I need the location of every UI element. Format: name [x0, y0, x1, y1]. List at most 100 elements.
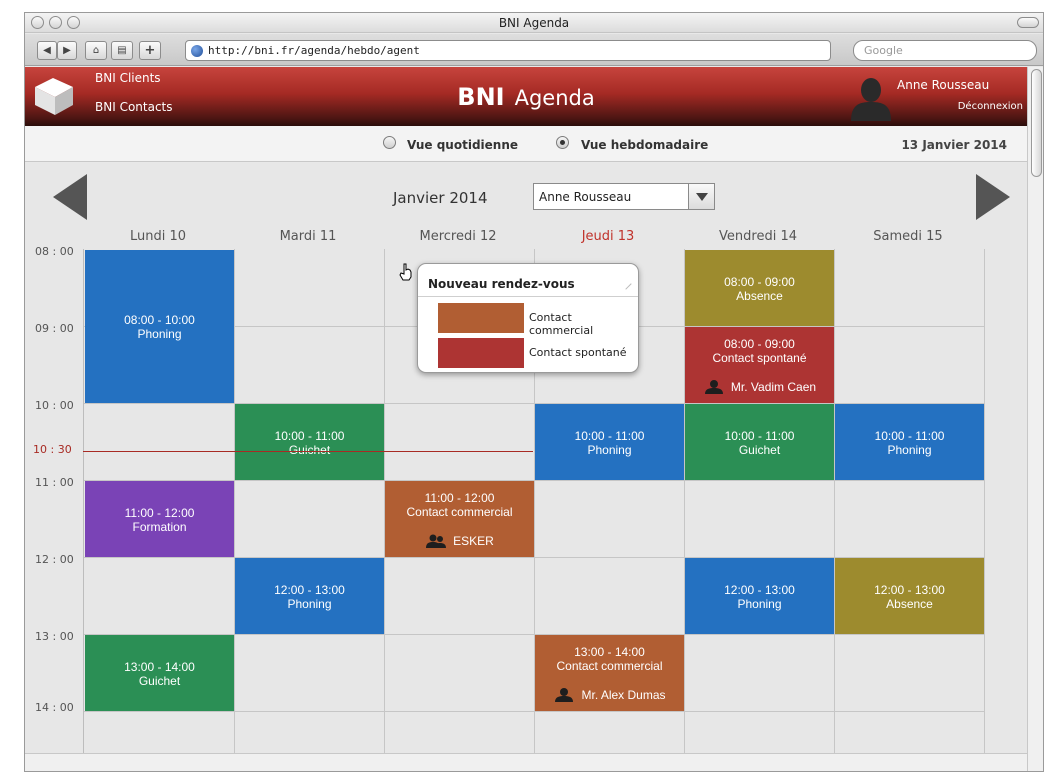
daily-view-label[interactable]: Vue quotidienne [407, 138, 518, 152]
time-label: 14 : 00 [35, 701, 74, 714]
event-absence[interactable]: 08:00 - 09:00 Absence [685, 250, 834, 326]
time-label: 08 : 00 [35, 245, 74, 258]
event-time: 08:00 - 09:00 [724, 274, 795, 289]
day-header[interactable]: Lundi 10 [83, 229, 233, 244]
user-silhouette-icon [851, 78, 891, 121]
address-bar[interactable]: http://bni.fr/agenda/hebdo/agent [185, 40, 831, 61]
event-time: 10:00 - 11:00 [874, 428, 945, 443]
contact-commercial-swatch[interactable] [438, 303, 524, 333]
event-time: 10:00 - 11:00 [724, 428, 795, 443]
back-button[interactable]: ◀ [37, 41, 57, 60]
vertical-scroll-thumb[interactable] [1031, 69, 1042, 177]
vertical-scrollbar[interactable] [1027, 67, 1043, 771]
event-title: Contact spontané [712, 351, 807, 365]
event-title: Phoning [737, 596, 782, 611]
search-field[interactable]: Google [853, 40, 1037, 61]
user-name: Anne Rousseau [897, 78, 990, 92]
group-icon [426, 534, 447, 548]
app-header: BNI Clients BNI Contacts BNI Agenda Anne … [25, 67, 1027, 126]
print-button[interactable]: ▤ [111, 41, 133, 60]
time-label: 11 : 00 [35, 476, 74, 489]
event-title: Formation [132, 519, 187, 534]
grid-row-divider [84, 711, 984, 712]
contact-spontane-option[interactable]: Contact spontané [529, 346, 627, 359]
event-title: Guichet [288, 442, 331, 457]
event-phoning[interactable]: 12:00 - 13:00 Phoning [235, 558, 384, 634]
time-label: 09 : 00 [35, 322, 74, 335]
event-phoning[interactable]: 12:00 - 13:00 Phoning [685, 558, 834, 634]
event-time: 12:00 - 13:00 [274, 582, 345, 597]
event-attendee: ESKER [385, 534, 534, 548]
time-label: 12 : 00 [35, 553, 74, 566]
day-header[interactable]: Mercredi 12 [383, 229, 533, 244]
event-contact-commercial[interactable]: 11:00 - 12:00 Contact commercial ESKER [385, 481, 534, 557]
event-title: Guichet [738, 442, 781, 457]
attendee-name: ESKER [453, 534, 494, 548]
day-header[interactable]: Jeudi 13 [533, 229, 683, 244]
attendee-name: Mr. Vadim Caen [730, 380, 817, 394]
prev-arrow-icon[interactable] [53, 174, 87, 220]
event-time: 10:00 - 11:00 [574, 428, 645, 443]
event-title: Absence [886, 596, 933, 611]
event-contact-spontan-[interactable]: 08:00 - 09:00 Contact spontané Mr. Vadim C… [685, 327, 834, 403]
next-arrow-icon[interactable] [976, 174, 1010, 220]
person-icon [704, 380, 723, 394]
current-date: 13 Janvier 2014 [901, 138, 1007, 152]
event-guichet[interactable]: 10:00 - 11:00 Guichet [235, 404, 384, 480]
event-absence[interactable]: 12:00 - 13:00 Absence [835, 558, 984, 634]
home-button[interactable]: ⌂ [85, 41, 107, 60]
event-time: 08:00 - 09:00 [724, 337, 795, 351]
logout-link[interactable]: Déconnexion [958, 101, 1023, 112]
event-guichet[interactable]: 10:00 - 11:00 Guichet [685, 404, 834, 480]
calendar-panel: Janvier 2014 Anne Rousseau Lundi 10 Mardi… [25, 163, 1027, 753]
brand-bold: BNI [457, 83, 505, 111]
event-title: Phoning [287, 596, 332, 611]
day-header[interactable]: Mardi 11 [233, 229, 383, 244]
grid-column-divider [234, 249, 235, 753]
popup-close-icon[interactable] [620, 278, 632, 290]
event-time: 08:00 - 10:00 [124, 313, 195, 327]
toolbar-toggle-button[interactable] [1017, 17, 1039, 28]
browser-toolbar: ◀ ▶ ⌂ ▤ + http://bni.fr/agenda/hebdo/age… [25, 34, 1043, 66]
event-title: Absence [736, 288, 783, 303]
current-time-line [83, 451, 533, 452]
weekly-view-label[interactable]: Vue hebdomadaire [581, 138, 708, 152]
weekly-view-radio[interactable] [556, 136, 569, 149]
title-bar: BNI Agenda [25, 13, 1043, 33]
event-guichet[interactable]: 13:00 - 14:00 Guichet [85, 635, 234, 711]
day-header[interactable]: Samedi 15 [833, 229, 983, 244]
contact-commercial-option[interactable]: Contact commercial [529, 311, 638, 337]
grid-column-divider [834, 249, 835, 753]
event-time: 12:00 - 13:00 [874, 582, 945, 597]
event-phoning[interactable]: 10:00 - 11:00 Phoning [535, 404, 684, 480]
add-bookmark-button[interactable]: + [139, 41, 161, 60]
event-title: Phoning [587, 442, 632, 457]
event-title: Contact commercial [406, 505, 513, 519]
day-header[interactable]: Vendredi 14 [683, 229, 833, 244]
event-time: 11:00 - 12:00 [124, 505, 195, 520]
new-appointment-popup: Nouveau rendez-vous Contact commercial C… [417, 263, 639, 373]
event-phoning[interactable]: 10:00 - 11:00 Phoning [835, 404, 984, 480]
attendee-name: Mr. Alex Dumas [581, 688, 666, 702]
event-attendee: Mr. Alex Dumas [535, 688, 684, 702]
globe-icon [191, 45, 203, 57]
event-formation[interactable]: 11:00 - 12:00 Formation [85, 481, 234, 557]
event-contact-commercial[interactable]: 13:00 - 14:00 Contact commercial Mr. Alex … [535, 635, 684, 711]
event-phoning[interactable]: 08:00 - 10:00 Phoning [85, 250, 234, 403]
contact-spontane-swatch[interactable] [438, 338, 524, 368]
current-time-label: 10 : 30 [33, 443, 72, 456]
event-attendee: Mr. Vadim Caen [685, 380, 834, 394]
grid-column-divider [984, 249, 985, 753]
forward-button[interactable]: ▶ [57, 41, 77, 60]
browser-window: BNI Agenda ◀ ▶ ⌂ ▤ + http://bni.fr/agend… [24, 12, 1044, 772]
event-time: 12:00 - 13:00 [724, 582, 795, 597]
window-title: BNI Agenda [498, 16, 570, 30]
event-title: Phoning [137, 327, 182, 341]
time-label: 13 : 00 [35, 630, 74, 643]
chevron-down-icon[interactable] [688, 184, 714, 209]
user-select[interactable]: Anne Rousseau [533, 183, 715, 210]
daily-view-radio[interactable] [383, 136, 396, 149]
popup-divider [418, 296, 638, 297]
event-time: 10:00 - 11:00 [274, 428, 345, 443]
horizontal-scrollbar[interactable] [25, 753, 1027, 771]
